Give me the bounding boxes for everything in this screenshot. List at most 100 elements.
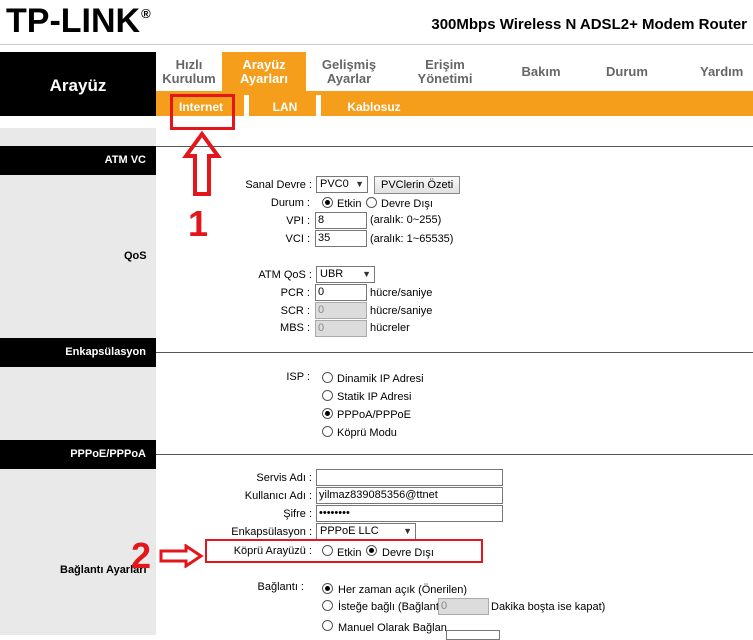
status-enabled-radio[interactable] (322, 197, 333, 208)
password-label: Şifre : (283, 508, 312, 520)
nav-access-management[interactable]: Erişim Yönetimi (392, 52, 498, 91)
nav-label: Durum (606, 63, 648, 79)
nav-label: Hızlı (175, 56, 203, 72)
nav-status[interactable]: Durum (584, 52, 670, 91)
section-divider (156, 454, 753, 455)
product-name: 300Mbps Wireless N ADSL2+ Modem Router (431, 16, 747, 33)
isp-bridge-radio[interactable] (322, 426, 333, 437)
username-input[interactable]: yilmaz839085356@ttnet (316, 487, 503, 504)
nav-advanced-setup[interactable]: Gelişmiş Ayarlar (306, 52, 392, 91)
vci-label: VCI : (285, 233, 310, 245)
nav-help[interactable]: Yardım (670, 52, 753, 91)
pcr-input[interactable]: 0 (315, 284, 367, 301)
conn-always-on-label: Her zaman açık (Önerilen) (338, 584, 467, 596)
encapsulation-label: Enkapsülasyon : (231, 526, 312, 538)
nav-label: Ayarlar (326, 70, 372, 86)
nav-label: Erişim (425, 56, 465, 72)
username-label: Kullanıcı Adı : (244, 490, 312, 502)
conn-on-demand-suffix: Dakika boşta ise kapat) (491, 601, 606, 613)
nav-quick-setup[interactable]: Hızlı Kurulum (156, 52, 222, 91)
isp-dynamic-ip-label: Dinamik IP Adresi (337, 373, 424, 385)
annotation-box-bridge-interface (205, 539, 483, 563)
isp-label: ISP : (286, 371, 310, 383)
chevron-down-icon: ▼ (355, 179, 364, 189)
status-enabled-label: Etkin (337, 198, 362, 210)
scr-label: SCR : (280, 305, 310, 317)
nav-interface-setup[interactable]: Arayüz Ayarları (222, 52, 306, 91)
isp-dynamic-ip-radio[interactable] (322, 372, 333, 383)
logo-text: TP-LINK (6, 2, 141, 40)
nav-label: Bakım (521, 63, 561, 79)
isp-pppoe-label: PPPoA/PPPoE (337, 409, 411, 421)
main-nav: Hızlı Kurulum Arayüz Ayarları Gelişmiş Ayar… (156, 52, 753, 91)
tp-link-logo: TP-LINK® (6, 2, 151, 41)
conn-manual-radio[interactable] (322, 620, 333, 631)
chevron-down-icon: ▼ (362, 269, 371, 279)
pcr-unit: hücre/saniye (370, 287, 433, 299)
encapsulation-select[interactable]: PPPoE LLC ▼ (316, 523, 416, 540)
nav-label: Ayarları (240, 70, 288, 86)
idle-minutes-input[interactable]: 0 (438, 598, 489, 615)
annotation-step-1: 1 (188, 203, 209, 244)
pcr-label: PCR : (280, 287, 310, 299)
atm-qos-select[interactable]: UBR ▼ (316, 266, 375, 283)
atm-qos-label: ATM QoS : (258, 269, 312, 281)
logo-reg: ® (141, 6, 151, 21)
mbs-unit: hücreler (370, 322, 410, 334)
mbs-label: MBS : (280, 322, 310, 334)
status-disabled-label: Devre Dışı (381, 198, 433, 210)
nav-label: Arayüz (242, 56, 286, 72)
subnav-separator (316, 95, 321, 116)
vci-input[interactable]: 35 (315, 230, 367, 247)
isp-pppoe-radio[interactable] (322, 408, 333, 419)
conn-manual-label: Manuel Olarak Bağlan (338, 622, 447, 634)
conn-on-demand-radio[interactable] (322, 600, 333, 611)
nav-label: Yardım (700, 63, 744, 79)
top-divider (0, 44, 753, 45)
isp-static-ip-label: Statik IP Adresi (337, 391, 412, 403)
isp-bridge-label: Köprü Modu (337, 427, 397, 439)
vc-select[interactable]: PVC0 ▼ (316, 176, 368, 193)
section-divider (156, 146, 753, 147)
up-arrow-icon (182, 130, 222, 196)
atm-qos-value: UBR (320, 268, 344, 280)
conn-on-demand-label: İsteğe bağlı (Bağlantı (338, 601, 442, 613)
section-pppoe: PPPoE/PPPoA (0, 440, 156, 469)
section-atm-vc: ATM VC (0, 146, 156, 175)
section-divider (156, 352, 753, 353)
header-section-title: Arayüz (0, 52, 156, 116)
scr-input[interactable]: 0 (315, 302, 367, 319)
section-encapsulation: Enkapsülasyon (0, 338, 156, 367)
subnav-lan[interactable]: LAN (251, 91, 319, 116)
manual-connect-field[interactable] (446, 630, 500, 640)
password-input[interactable]: •••••••• (316, 505, 503, 522)
connection-label: Bağlantı : (257, 581, 304, 593)
vci-range: (aralık: 1~65535) (370, 233, 454, 245)
right-arrow-icon (159, 544, 204, 568)
vpi-label: VPI : (286, 215, 310, 227)
service-name-input[interactable] (316, 469, 503, 486)
section-title-text: Arayüz (49, 76, 107, 95)
scr-unit: hücre/saniye (370, 305, 433, 317)
sub-nav: Internet LAN Kablosuz (156, 91, 753, 116)
nav-maintenance[interactable]: Bakım (498, 52, 584, 91)
vpi-range: (aralık: 0~255) (370, 214, 442, 226)
encapsulation-value: PPPoE LLC (320, 525, 379, 537)
pvc-summary-button[interactable]: PVClerin Özeti (374, 176, 461, 194)
conn-always-on-radio[interactable] (322, 583, 333, 594)
subnav-separator (244, 95, 249, 116)
vpi-input[interactable]: 8 (315, 212, 367, 229)
mbs-input[interactable]: 0 (315, 320, 367, 337)
annotation-box-internet (170, 94, 235, 130)
annotation-step-2: 2 (131, 535, 152, 576)
nav-label: Yönetimi (417, 70, 473, 86)
chevron-down-icon: ▼ (403, 526, 412, 536)
subnav-wireless[interactable]: Kablosuz (324, 91, 424, 116)
service-name-label: Servis Adı : (256, 472, 312, 484)
isp-static-ip-radio[interactable] (322, 390, 333, 401)
status-disabled-radio[interactable] (366, 197, 377, 208)
section-qos: QoS (124, 250, 147, 262)
nav-label: Gelişmiş (321, 56, 377, 72)
vc-select-value: PVC0 (320, 178, 349, 190)
nav-label: Kurulum (162, 70, 216, 86)
